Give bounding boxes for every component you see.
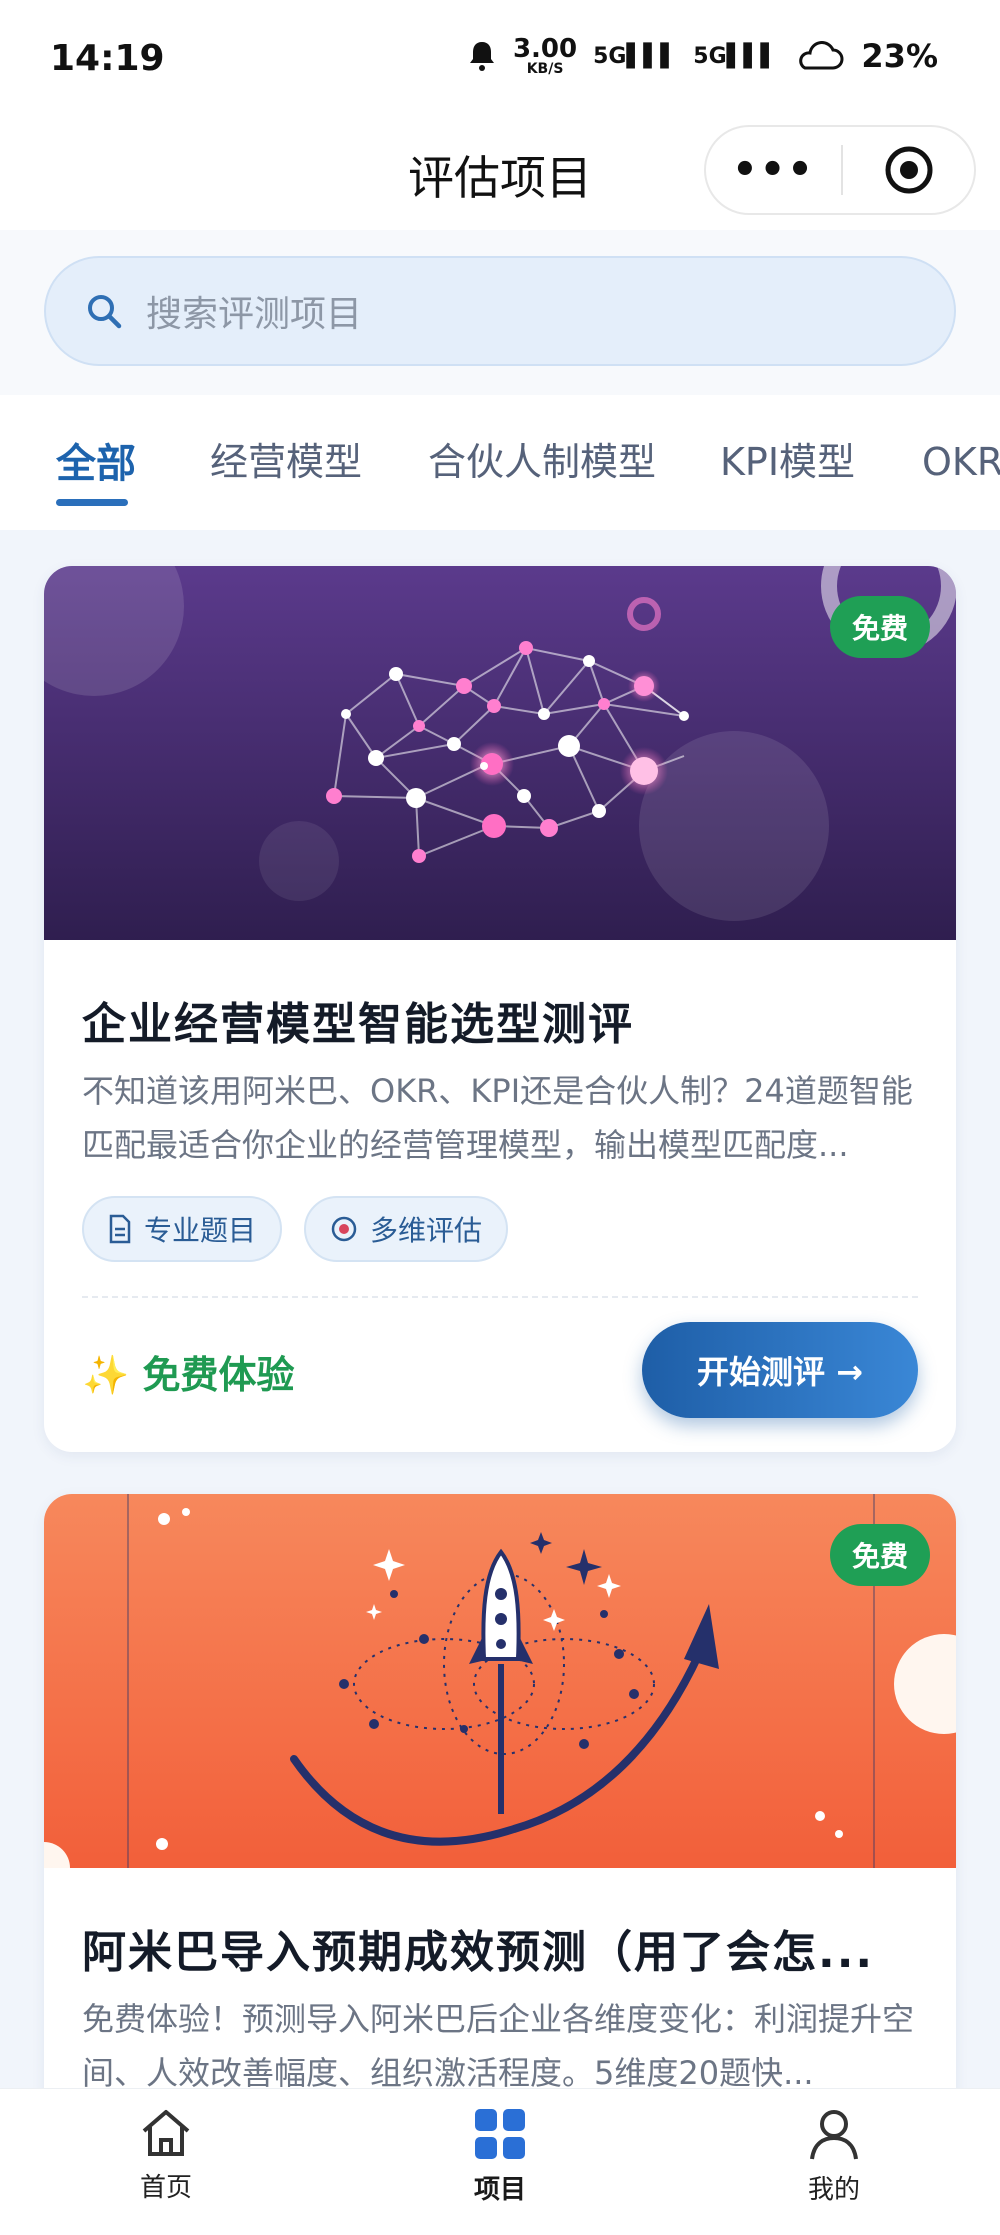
card-banner: 免费 [44, 566, 956, 940]
tab-projects[interactable]: 项目 [430, 2107, 570, 2206]
search-icon [88, 295, 122, 329]
free-badge: 免费 [829, 596, 930, 658]
bottom-tab-bar: 首页 项目 我的 [0, 2088, 1000, 2235]
network-illustration [44, 566, 956, 940]
cloud-icon [799, 41, 844, 70]
tag-professional-questions: 专业题目 [82, 1196, 283, 1262]
tab-home[interactable]: 首页 [96, 2107, 236, 2204]
tag-multi-dimension: 多维评估 [304, 1196, 509, 1262]
tab-kpi-model[interactable]: KPI模型 [720, 431, 855, 486]
document-icon [109, 1214, 131, 1244]
card-description: 免费体验！预测导入阿米巴后企业各维度变化：利润提升空间、人效改善幅度、组织激活程… [82, 2000, 915, 2092]
card-divider [82, 1296, 918, 1298]
search-input[interactable]: 搜索评测项目 [44, 256, 956, 366]
search-placeholder: 搜索评测项目 [146, 294, 363, 335]
search-section: 搜索评测项目 [0, 230, 1000, 395]
start-assessment-button[interactable]: 开始测评 → [642, 1322, 918, 1418]
card-description: 不知道该用阿米巴、OKR、KPI还是合伙人制？24道题智能匹配最适合你企业的经营… [82, 1072, 913, 1164]
grid-icon [475, 2109, 525, 2159]
card-tags: 专业题目 多维评估 [82, 1196, 509, 1262]
category-tabs: 全部 经营模型 合伙人制模型 KPI模型 OKR模型 [0, 395, 1000, 530]
free-experience-label: ✨ 免费体验 [82, 1353, 295, 1397]
status-bar: 14:19 3.00 KB/S 5G▌▌▌ 5G▌▌▌ 23% [0, 0, 1000, 118]
status-time: 14:19 [50, 38, 165, 79]
close-button[interactable] [843, 144, 974, 196]
free-badge: 免费 [829, 1524, 930, 1586]
project-card[interactable]: 免费 企业经营模型智能选型测评 不知道该用阿米巴、OKR、KPI还是合伙人制？2… [44, 566, 956, 1452]
tab-home-label: 首页 [139, 2173, 192, 2203]
tab-okr-model[interactable]: OKR模型 [922, 431, 1000, 486]
tag-label: 多维评估 [370, 1214, 483, 1247]
target-icon [331, 1216, 357, 1242]
tab-all[interactable]: 全部 [56, 431, 136, 489]
tab-mine-label: 我的 [807, 2175, 860, 2205]
signal-icon-2: 5G▌▌▌ [693, 43, 778, 69]
signal-icon: 5G▌▌▌ [593, 43, 678, 69]
tag-label: 专业题目 [144, 1214, 257, 1247]
card-banner: 免费 [44, 1494, 956, 1868]
bell-icon [469, 42, 494, 71]
tab-active-indicator [56, 499, 128, 506]
tab-partner-model[interactable]: 合伙人制模型 [428, 431, 656, 486]
tab-business-model[interactable]: 经营模型 [210, 431, 362, 486]
nav-bar: 评估项目 ••• [0, 118, 1000, 230]
card-title: 阿米巴导入预期成效预测（用了会怎... [82, 1927, 875, 1978]
status-icons: 3.00 KB/S 5G▌▌▌ 5G▌▌▌ 23% [467, 36, 938, 76]
user-icon [810, 2110, 858, 2160]
rocket-illustration [44, 1494, 956, 1868]
home-icon [142, 2110, 190, 2156]
battery-level: 23% [861, 37, 938, 75]
tab-projects-label: 项目 [473, 2175, 526, 2205]
target-icon [885, 146, 932, 194]
card-title: 企业经营模型智能选型测评 [82, 999, 634, 1050]
more-button[interactable]: ••• [706, 150, 841, 190]
tab-mine[interactable]: 我的 [764, 2107, 904, 2206]
mini-program-capsule: ••• [704, 125, 976, 215]
network-speed: 3.00 KB/S [512, 34, 578, 77]
